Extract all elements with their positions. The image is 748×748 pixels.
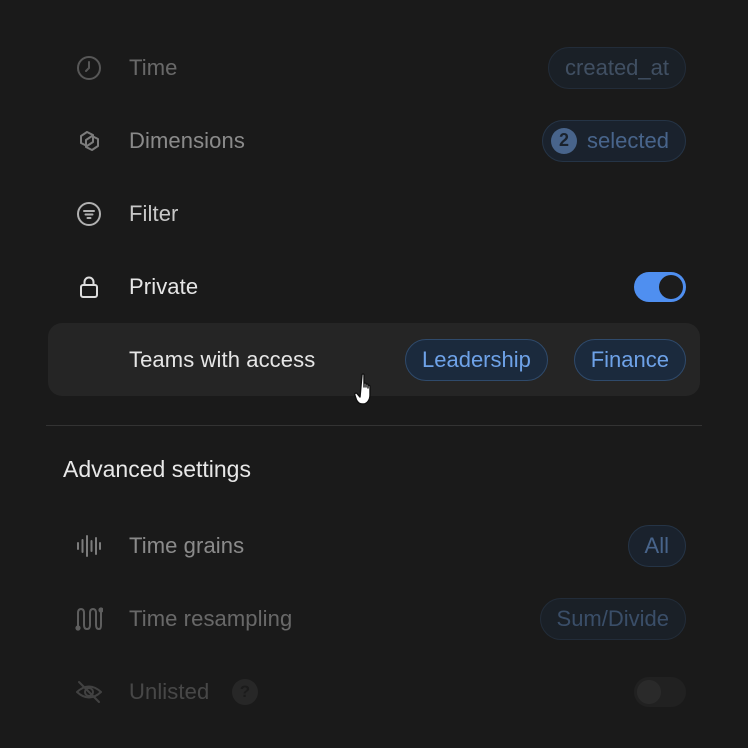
section-divider	[46, 425, 702, 426]
teams-access-label: Teams with access	[129, 346, 316, 372]
time-label: Time	[129, 54, 178, 80]
eye-off-icon	[75, 678, 103, 706]
unlisted-toggle-knob	[637, 679, 661, 704]
unlisted-row[interactable]: Unlisted ?	[48, 655, 700, 728]
clock-icon	[75, 54, 103, 82]
filter-icon	[75, 200, 103, 228]
private-row[interactable]: Private	[48, 250, 700, 323]
pointer-cursor-icon	[354, 373, 371, 405]
time-row[interactable]: Time created_at	[48, 31, 700, 104]
cubes-icon	[75, 127, 103, 155]
dimensions-row[interactable]: Dimensions 2 selected	[48, 104, 700, 177]
filter-label: Filter	[129, 200, 179, 226]
waveform-icon	[75, 532, 103, 560]
private-toggle-knob	[659, 274, 683, 299]
unlisted-toggle[interactable]	[634, 676, 686, 707]
team-pill-leadership[interactable]: Leadership	[405, 338, 548, 381]
dimensions-count-badge: 2	[551, 127, 578, 154]
resample-icon	[75, 605, 103, 633]
time-resampling-pill[interactable]: Sum/Divide	[539, 597, 686, 640]
time-grains-pill[interactable]: All	[627, 524, 686, 567]
filter-row[interactable]: Filter	[48, 177, 700, 250]
private-toggle[interactable]	[634, 271, 686, 302]
time-grains-label: Time grains	[129, 532, 245, 558]
private-label: Private	[129, 273, 199, 299]
team-pill-finance[interactable]: Finance	[573, 338, 686, 381]
dimensions-label: Dimensions	[129, 127, 245, 153]
unlisted-label: Unlisted	[129, 678, 210, 704]
time-resampling-label: Time resampling	[129, 605, 293, 631]
time-resampling-row[interactable]: Time resampling Sum/Divide	[48, 582, 700, 655]
unlisted-help-icon[interactable]: ?	[232, 678, 258, 705]
time-column-pill[interactable]: created_at	[548, 46, 686, 89]
dimensions-selected-text: selected	[587, 127, 669, 153]
time-grains-row[interactable]: Time grains All	[48, 509, 700, 582]
dimensions-selected-pill[interactable]: 2 selected	[542, 119, 686, 162]
lock-icon	[75, 273, 103, 301]
advanced-settings-title: Advanced settings	[63, 456, 251, 482]
